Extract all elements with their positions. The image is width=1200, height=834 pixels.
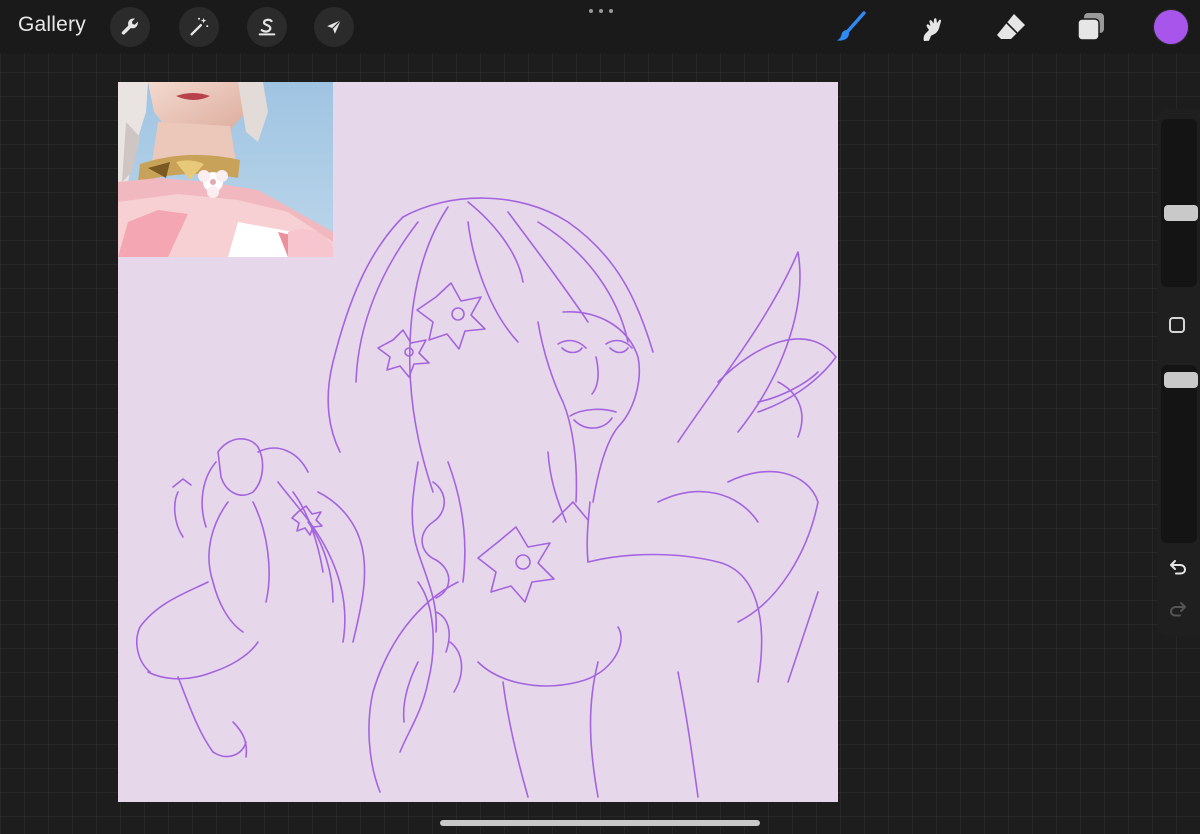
- selection-s-icon: [258, 18, 276, 36]
- home-indicator[interactable]: [440, 820, 760, 826]
- layers-button[interactable]: [1072, 8, 1110, 46]
- opacity-slider[interactable]: [1161, 365, 1198, 543]
- color-picker-button[interactable]: [1154, 10, 1188, 44]
- gallery-button[interactable]: Gallery: [18, 13, 86, 37]
- redo-icon: [1169, 602, 1186, 617]
- brush-tool-button[interactable]: [832, 8, 870, 46]
- brush-icon: [837, 11, 866, 41]
- redo-button[interactable]: [1165, 596, 1191, 622]
- magic-wand-icon: [190, 17, 209, 36]
- brush-size-slider[interactable]: [1161, 119, 1198, 287]
- transform-button[interactable]: [314, 7, 354, 47]
- undo-icon: [1170, 560, 1187, 575]
- top-toolbar: Gallery: [0, 0, 1200, 54]
- procreate-app: Gallery: [0, 0, 1200, 834]
- more-dots-icon[interactable]: [589, 3, 613, 19]
- layers-icon: [1077, 13, 1104, 41]
- selection-button[interactable]: [247, 7, 287, 47]
- opacity-thumb[interactable]: [1164, 371, 1198, 388]
- adjustments-button[interactable]: [179, 7, 219, 47]
- square-modify-icon[interactable]: [1169, 317, 1185, 333]
- arrow-cursor-icon: [327, 19, 342, 34]
- actions-button[interactable]: [110, 7, 150, 47]
- brush-size-thumb[interactable]: [1164, 205, 1198, 222]
- pencil-sketch: [136, 197, 837, 798]
- wrench-icon: [121, 18, 138, 35]
- eraser-tool-button[interactable]: [992, 8, 1030, 46]
- smudge-icon: [923, 18, 942, 41]
- smudge-tool-button[interactable]: [912, 8, 950, 46]
- eraser-icon: [997, 14, 1025, 39]
- undo-button[interactable]: [1165, 554, 1191, 580]
- brush-sidebar: [1157, 109, 1200, 636]
- drawing-canvas[interactable]: [118, 82, 838, 802]
